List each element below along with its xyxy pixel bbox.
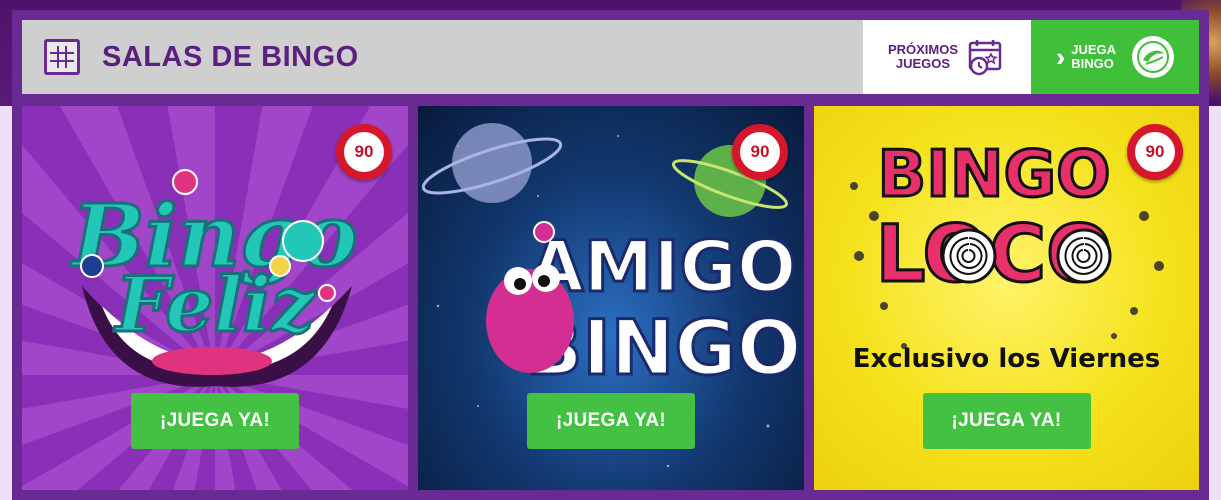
room-card-bingo-feliz[interactable]: Bingo Feliz 90 ¡JUEGA YA! [22,106,408,490]
bingo-logo-icon [1132,36,1175,78]
page-title: SALAS DE BINGO [102,40,359,73]
upcoming-games-button[interactable]: PRÓXIMOS JUEGOS [863,20,1031,94]
room-card-bingo-loco[interactable]: BINGO LOCO Exclusivo los Viernes 90 ¡JUE… [814,106,1199,490]
double-chevron-right-icon: ›› [1055,41,1068,72]
ball-count-badge: 90 [1127,124,1183,180]
play-now-button[interactable]: ¡JUEGA YA! [922,393,1091,449]
room-card-amigo-bingo[interactable]: AMIGO BINGO 90 ¡JUEGA YA! [418,106,804,490]
play-now-button[interactable]: ¡JUEGA YA! [527,393,695,449]
calendar-grid-icon [44,39,80,75]
play-bingo-button[interactable]: ›› JUEGA BINGO [1031,20,1199,94]
svg-text:BINGO: BINGO [877,138,1110,212]
ball-count-badge: 90 [336,124,392,180]
header-title-area: SALAS DE BINGO [22,20,863,94]
svg-text:AMIGO: AMIGO [530,226,797,308]
rooms-header: SALAS DE BINGO PRÓXIMOS JUEGOS ›› JUEGA … [22,20,1199,94]
play-now-button[interactable]: ¡JUEGA YA! [131,393,299,449]
room-subtitle: Exclusivo los Viernes [852,344,1161,374]
upcoming-games-label: PRÓXIMOS JUEGOS [887,42,959,71]
calendar-clock-icon [968,40,1002,76]
ball-count-badge: 90 [732,124,788,180]
play-bingo-label: JUEGA BINGO [1071,42,1117,71]
